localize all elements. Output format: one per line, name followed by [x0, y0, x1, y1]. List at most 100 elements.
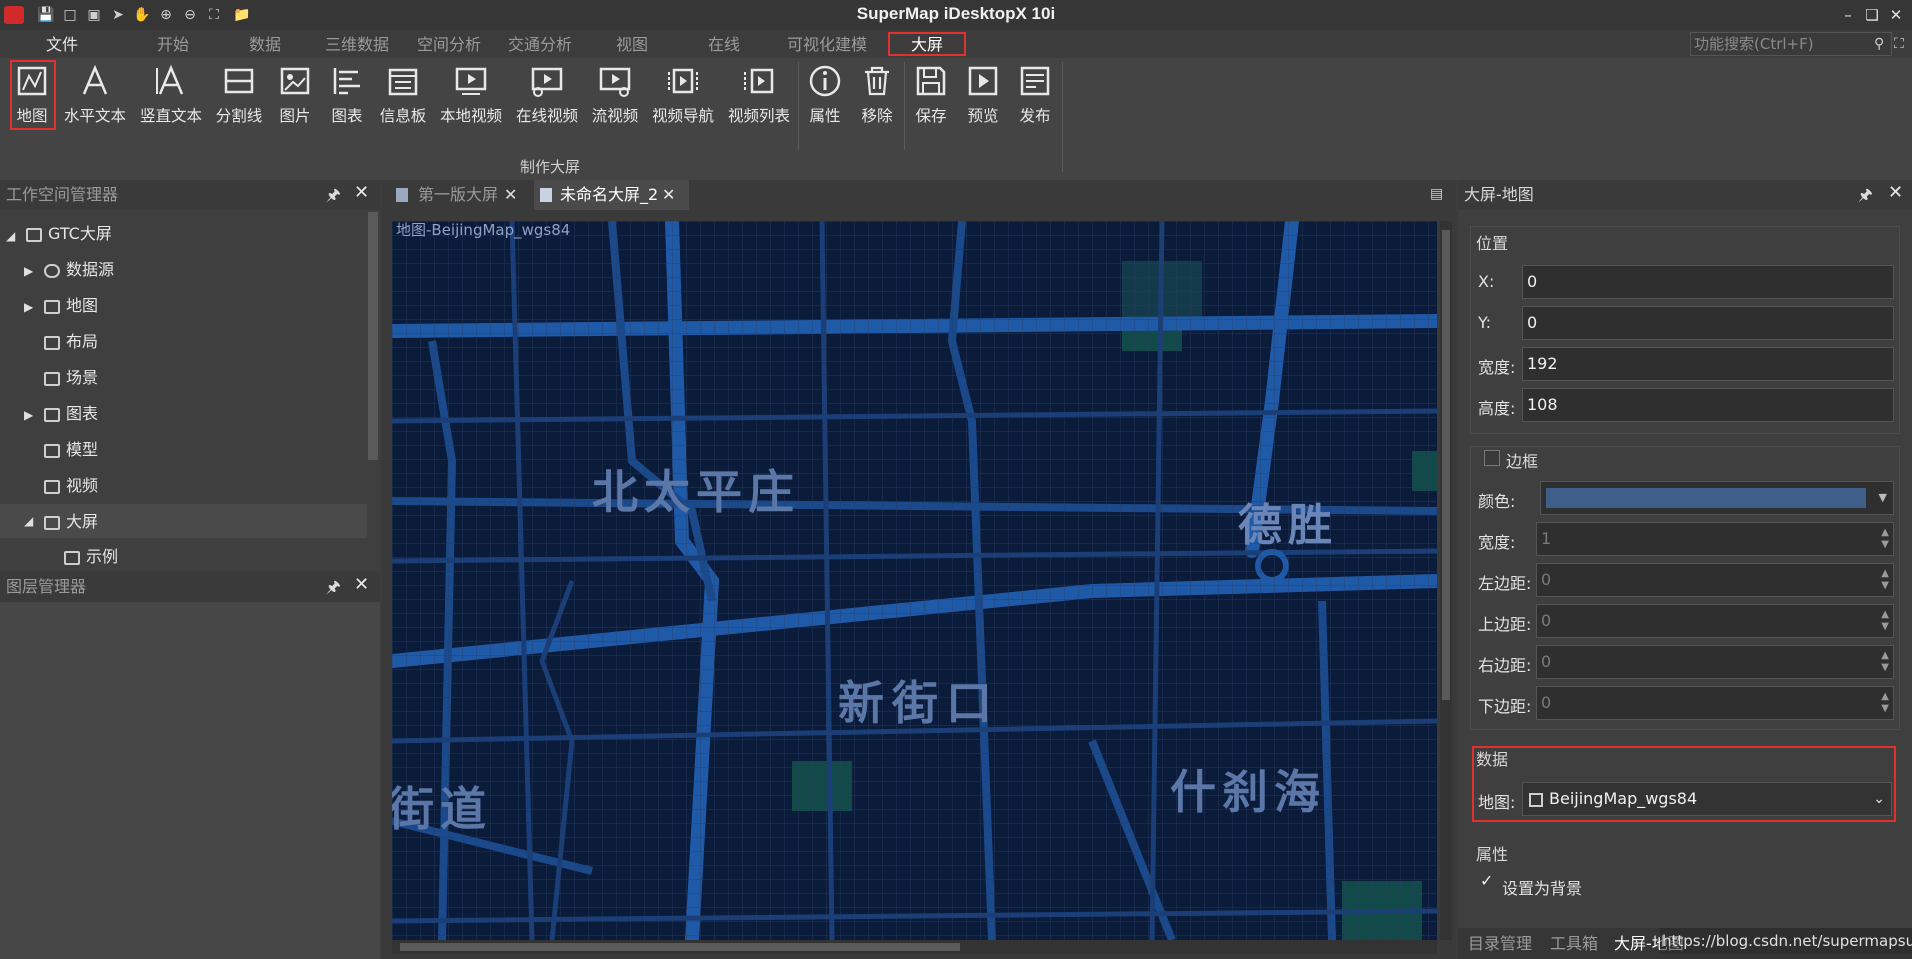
- close-icon[interactable]: ✕: [354, 182, 369, 203]
- pin-icon[interactable]: 🖈: [1858, 184, 1873, 211]
- map-select[interactable]: BeijingMap_wgs84 ⌄: [1522, 782, 1892, 816]
- ribbon-remove-button[interactable]: 移除: [856, 62, 898, 132]
- map-place-label: 什刹海: [1170, 765, 1326, 819]
- close-icon[interactable]: ✕: [1884, 4, 1908, 26]
- tree-label: 图表: [66, 404, 99, 423]
- collapse-arrow-icon[interactable]: ◢: [6, 229, 15, 243]
- tree-item-model[interactable]: 模型: [44, 432, 98, 468]
- tab-spatial-analysis[interactable]: 空间分析: [414, 34, 484, 56]
- tree-item-datasource[interactable]: 数据源: [44, 252, 114, 288]
- ribbon-publish-button[interactable]: 发布: [1014, 62, 1056, 132]
- y-input[interactable]: 0: [1522, 306, 1894, 340]
- picture-icon: [280, 67, 310, 95]
- color-label: 颜色:: [1478, 492, 1516, 511]
- close-icon[interactable]: ✕: [1888, 182, 1903, 203]
- ribbon-save-button[interactable]: 保存: [910, 62, 952, 132]
- fullscreen-icon[interactable]: ⛶: [1894, 36, 1904, 52]
- ribbon-label: 水平文本: [63, 107, 126, 125]
- tab-visual-modeling[interactable]: 可视化建模: [782, 34, 872, 56]
- tab-list-icon[interactable]: ▤: [1430, 186, 1443, 202]
- dropdown-arrow-icon: ▼: [1878, 491, 1887, 504]
- expand-arrow-icon[interactable]: ▶: [24, 408, 33, 422]
- close-icon[interactable]: ✕: [662, 185, 675, 204]
- chevron-down-icon: ⌄: [1873, 791, 1885, 807]
- ribbon-horizontal-text-button[interactable]: 水平文本: [62, 62, 128, 132]
- ribbon-label: 在线视频: [515, 107, 578, 125]
- ribbon-local-video-button[interactable]: 本地视频: [436, 62, 506, 132]
- restore-icon[interactable]: ❏: [1860, 4, 1884, 26]
- collapse-arrow-icon[interactable]: ◢: [24, 514, 33, 528]
- map-canvas[interactable]: 地图-BeijingMap_wgs84 北太平庄 德胜 新街口 什刹海 街道: [392, 221, 1437, 940]
- tab-view[interactable]: 视图: [612, 34, 652, 56]
- tab-data[interactable]: 数据: [240, 34, 290, 56]
- border-color-picker[interactable]: ▼: [1540, 481, 1894, 515]
- ribbon-separator: [1062, 62, 1063, 172]
- close-icon[interactable]: ✕: [504, 185, 517, 204]
- data-group-label: 数据: [1476, 750, 1509, 769]
- function-search-input[interactable]: 功能搜索(Ctrl+F): [1690, 32, 1892, 56]
- expand-arrow-icon[interactable]: ▶: [24, 264, 33, 278]
- position-group-label: 位置: [1476, 234, 1509, 253]
- ribbon-info-board-button[interactable]: 信息板: [376, 62, 430, 132]
- menu-file[interactable]: 文件: [34, 34, 90, 56]
- ribbon-online-video-button[interactable]: 在线视频: [512, 62, 582, 132]
- ribbon-preview-button[interactable]: 预览: [962, 62, 1004, 132]
- tree-label: 布局: [66, 332, 99, 351]
- tree-item-layout[interactable]: 布局: [44, 324, 98, 360]
- ribbon-vertical-text-button[interactable]: 竖直文本: [138, 62, 204, 132]
- tab-online[interactable]: 在线: [704, 34, 744, 56]
- workspace-panel-title: 工作空间管理器: [0, 180, 380, 210]
- attribute-group-label: 属性: [1476, 845, 1509, 864]
- scrollbar-thumb[interactable]: [400, 943, 960, 951]
- online-video-icon: [531, 67, 563, 97]
- bottom-margin-input: 0 ▲ ▼: [1536, 686, 1894, 720]
- tree-item-big-screen[interactable]: 大屏: [44, 504, 98, 540]
- ribbon-video-list-button[interactable]: 视频列表: [724, 62, 794, 132]
- pin-icon[interactable]: 🖈: [326, 576, 341, 603]
- x-input[interactable]: 0: [1522, 265, 1894, 299]
- close-icon[interactable]: ✕: [354, 574, 369, 595]
- tree-item-map[interactable]: 地图: [44, 288, 98, 324]
- border-checkbox[interactable]: [1484, 450, 1500, 466]
- tab-start[interactable]: 开始: [148, 34, 198, 56]
- property-panel-title: 大屏-地图: [1458, 180, 1912, 210]
- map-icon: [1529, 792, 1543, 807]
- tab-3d-data[interactable]: 三维数据: [322, 34, 392, 56]
- bottom-tab-catalog[interactable]: 目录管理: [1468, 930, 1532, 958]
- tree-root-workspace[interactable]: GTC大屏: [26, 216, 112, 252]
- tree-item-example[interactable]: 示例: [64, 540, 118, 570]
- background-checkbox[interactable]: ✓: [1480, 873, 1494, 889]
- y-label: Y:: [1478, 313, 1492, 332]
- ribbon-stream-video-button[interactable]: 流视频: [588, 62, 642, 132]
- ribbon-label: 预览: [967, 107, 999, 125]
- doc-tab-label: 未命名大屏_2: [560, 185, 659, 204]
- minimize-icon[interactable]: –: [1836, 4, 1860, 26]
- ribbon-separator: [904, 62, 905, 150]
- ribbon-properties-button[interactable]: 属性: [804, 62, 846, 132]
- ribbon-chart-button[interactable]: 图表: [326, 62, 368, 132]
- tree-item-chart[interactable]: 图表: [44, 396, 98, 432]
- search-icon[interactable]: ⚲: [1874, 36, 1884, 52]
- ribbon-divider-button[interactable]: 分割线: [212, 62, 266, 132]
- scrollbar-thumb[interactable]: [1442, 230, 1450, 700]
- ribbon-picture-button[interactable]: 图片: [274, 62, 316, 132]
- height-input[interactable]: 108: [1522, 388, 1894, 422]
- bottom-margin-label: 下边距:: [1478, 697, 1532, 716]
- width-input[interactable]: 192: [1522, 347, 1894, 381]
- pin-icon[interactable]: 🖈: [326, 184, 341, 211]
- ribbon-video-nav-button[interactable]: 视频导航: [648, 62, 718, 132]
- bottom-tab-toolbox[interactable]: 工具箱: [1550, 930, 1598, 958]
- info-board-icon: [388, 68, 418, 96]
- tab-traffic-analysis[interactable]: 交通分析: [505, 34, 575, 56]
- expand-arrow-icon[interactable]: ▶: [24, 300, 33, 314]
- ribbon-label: 视频列表: [727, 107, 790, 125]
- tree-item-video[interactable]: 视频: [44, 468, 98, 504]
- x-label: X:: [1478, 272, 1495, 291]
- map-select-value: BeijingMap_wgs84: [1549, 789, 1698, 808]
- tree-label: 地图: [66, 296, 99, 315]
- highlight-box: [10, 60, 56, 130]
- tree-item-scene[interactable]: 场景: [44, 360, 98, 396]
- scrollbar[interactable]: [368, 212, 378, 460]
- map-caption: 地图-BeijingMap_wgs84: [396, 221, 571, 239]
- height-label: 高度:: [1478, 399, 1516, 418]
